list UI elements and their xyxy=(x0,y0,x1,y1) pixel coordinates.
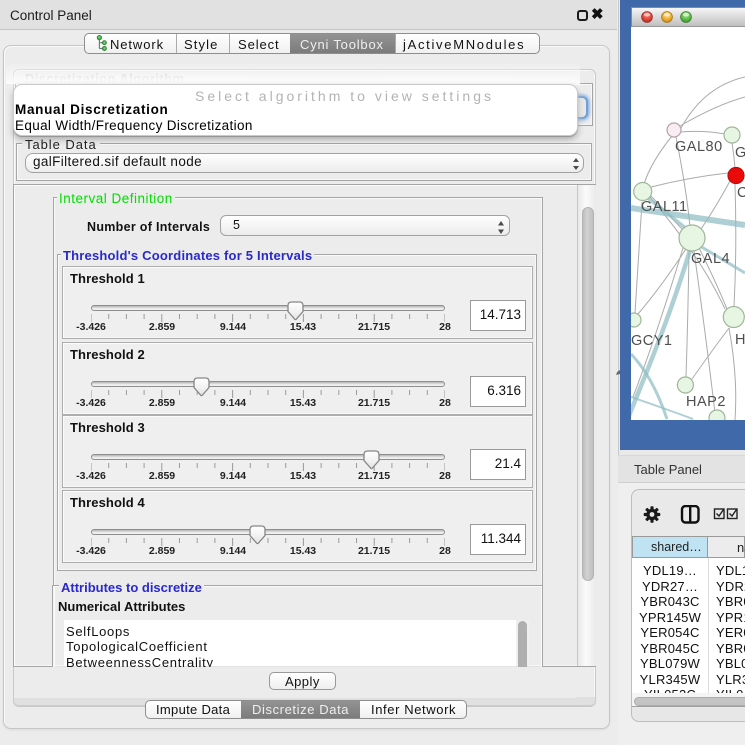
svg-text:GA: GA xyxy=(735,145,745,161)
svg-text:GAL11: GAL11 xyxy=(641,199,688,215)
svg-text:C: C xyxy=(737,185,745,201)
svg-text:GAL4: GAL4 xyxy=(691,251,730,267)
svg-text:GCY1: GCY1 xyxy=(631,333,673,349)
svg-text:GAL80: GAL80 xyxy=(675,139,723,155)
svg-text:H: H xyxy=(735,332,745,348)
svg-text:HAP2: HAP2 xyxy=(686,394,726,410)
